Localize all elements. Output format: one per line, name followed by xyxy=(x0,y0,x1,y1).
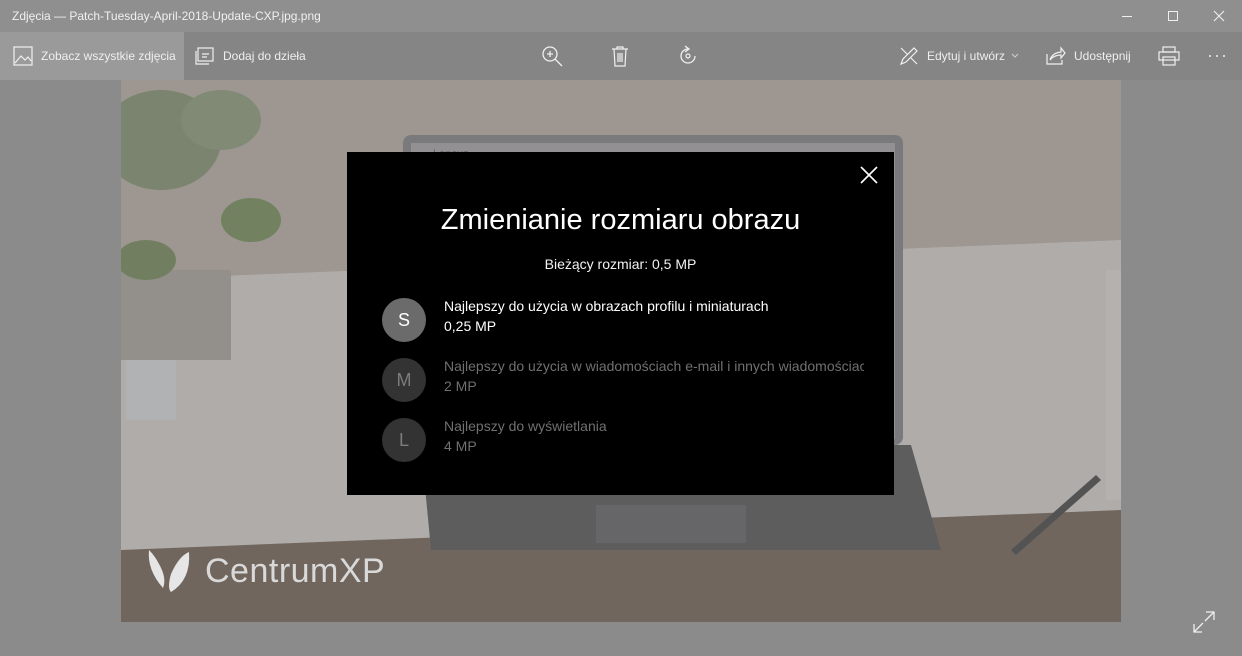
photos-icon xyxy=(13,46,33,66)
butterfly-logo-icon xyxy=(148,550,190,592)
edit-icon xyxy=(899,46,919,66)
close-icon xyxy=(860,166,878,184)
option-large[interactable]: L Najlepszy do wyświetlania 4 MP xyxy=(382,415,864,465)
maximize-button[interactable] xyxy=(1150,0,1196,32)
minimize-icon xyxy=(1122,16,1132,17)
share-icon xyxy=(1046,46,1066,66)
see-all-photos-label: Zobacz wszystkie zdjęcia xyxy=(41,49,176,63)
zoom-in-icon xyxy=(541,45,563,67)
dialog-close-button[interactable] xyxy=(856,162,882,188)
close-window-button[interactable] xyxy=(1196,0,1242,32)
print-button[interactable] xyxy=(1158,32,1180,80)
option-small[interactable]: S Najlepszy do użycia w obrazach profilu… xyxy=(382,295,864,345)
window-title: Zdjęcia — Patch-Tuesday-April-2018-Updat… xyxy=(12,9,321,23)
option-medium[interactable]: M Najlepszy do użycia w wiadomościach e-… xyxy=(382,355,864,405)
option-description: Najlepszy do wyświetlania xyxy=(444,418,607,434)
dialog-title: Zmienianie rozmiaru obrazu xyxy=(440,204,801,236)
option-size: 4 MP xyxy=(444,438,477,454)
option-letter-badge: S xyxy=(382,298,426,342)
option-size: 0,25 MP xyxy=(444,318,497,334)
print-icon xyxy=(1158,46,1180,66)
more-options-button[interactable] xyxy=(1208,32,1226,80)
zoom-button[interactable] xyxy=(541,32,563,80)
close-icon xyxy=(1213,10,1225,22)
resize-dialog: Zmienianie rozmiaru obrazu Bieżący rozmi… xyxy=(347,152,894,495)
share-button[interactable]: Udostępnij xyxy=(1046,32,1131,80)
share-label: Udostępnij xyxy=(1074,49,1131,63)
option-letter-badge: M xyxy=(382,358,426,402)
rotate-button[interactable] xyxy=(677,32,699,80)
title-bar: Zdjęcia — Patch-Tuesday-April-2018-Updat… xyxy=(0,0,1242,32)
edit-create-label: Edytuj i utwórz xyxy=(927,49,1006,63)
expand-icon xyxy=(1193,611,1215,633)
trash-icon xyxy=(610,45,630,67)
chevron-down-icon xyxy=(1011,53,1019,59)
watermark: CentrumXP xyxy=(145,548,385,594)
current-size: Bieżący rozmiar: 0,5 MP xyxy=(544,256,697,272)
add-to-icon xyxy=(195,46,215,66)
rotate-icon xyxy=(677,45,699,67)
delete-button[interactable] xyxy=(610,32,630,80)
option-letter-badge: L xyxy=(382,418,426,462)
toolbar: Zobacz wszystkie zdjęcia Dodaj do dzieła… xyxy=(0,32,1242,80)
maximize-icon xyxy=(1168,11,1178,21)
fullscreen-button[interactable] xyxy=(1193,611,1217,635)
option-size: 2 MP xyxy=(444,378,477,394)
option-description: Najlepszy do użycia w wiadomościach e-ma… xyxy=(444,358,864,374)
more-icon xyxy=(1208,54,1226,58)
edit-create-button[interactable]: Edytuj i utwórz xyxy=(899,32,1019,80)
minimize-button[interactable] xyxy=(1104,0,1150,32)
option-description: Najlepszy do użycia w obrazach profilu i… xyxy=(444,298,769,314)
add-to-creation-label: Dodaj do dzieła xyxy=(223,49,306,63)
add-to-creation-button[interactable]: Dodaj do dzieła xyxy=(195,32,306,80)
see-all-photos-button[interactable]: Zobacz wszystkie zdjęcia xyxy=(0,32,184,80)
watermark-text: CentrumXP xyxy=(205,551,386,590)
